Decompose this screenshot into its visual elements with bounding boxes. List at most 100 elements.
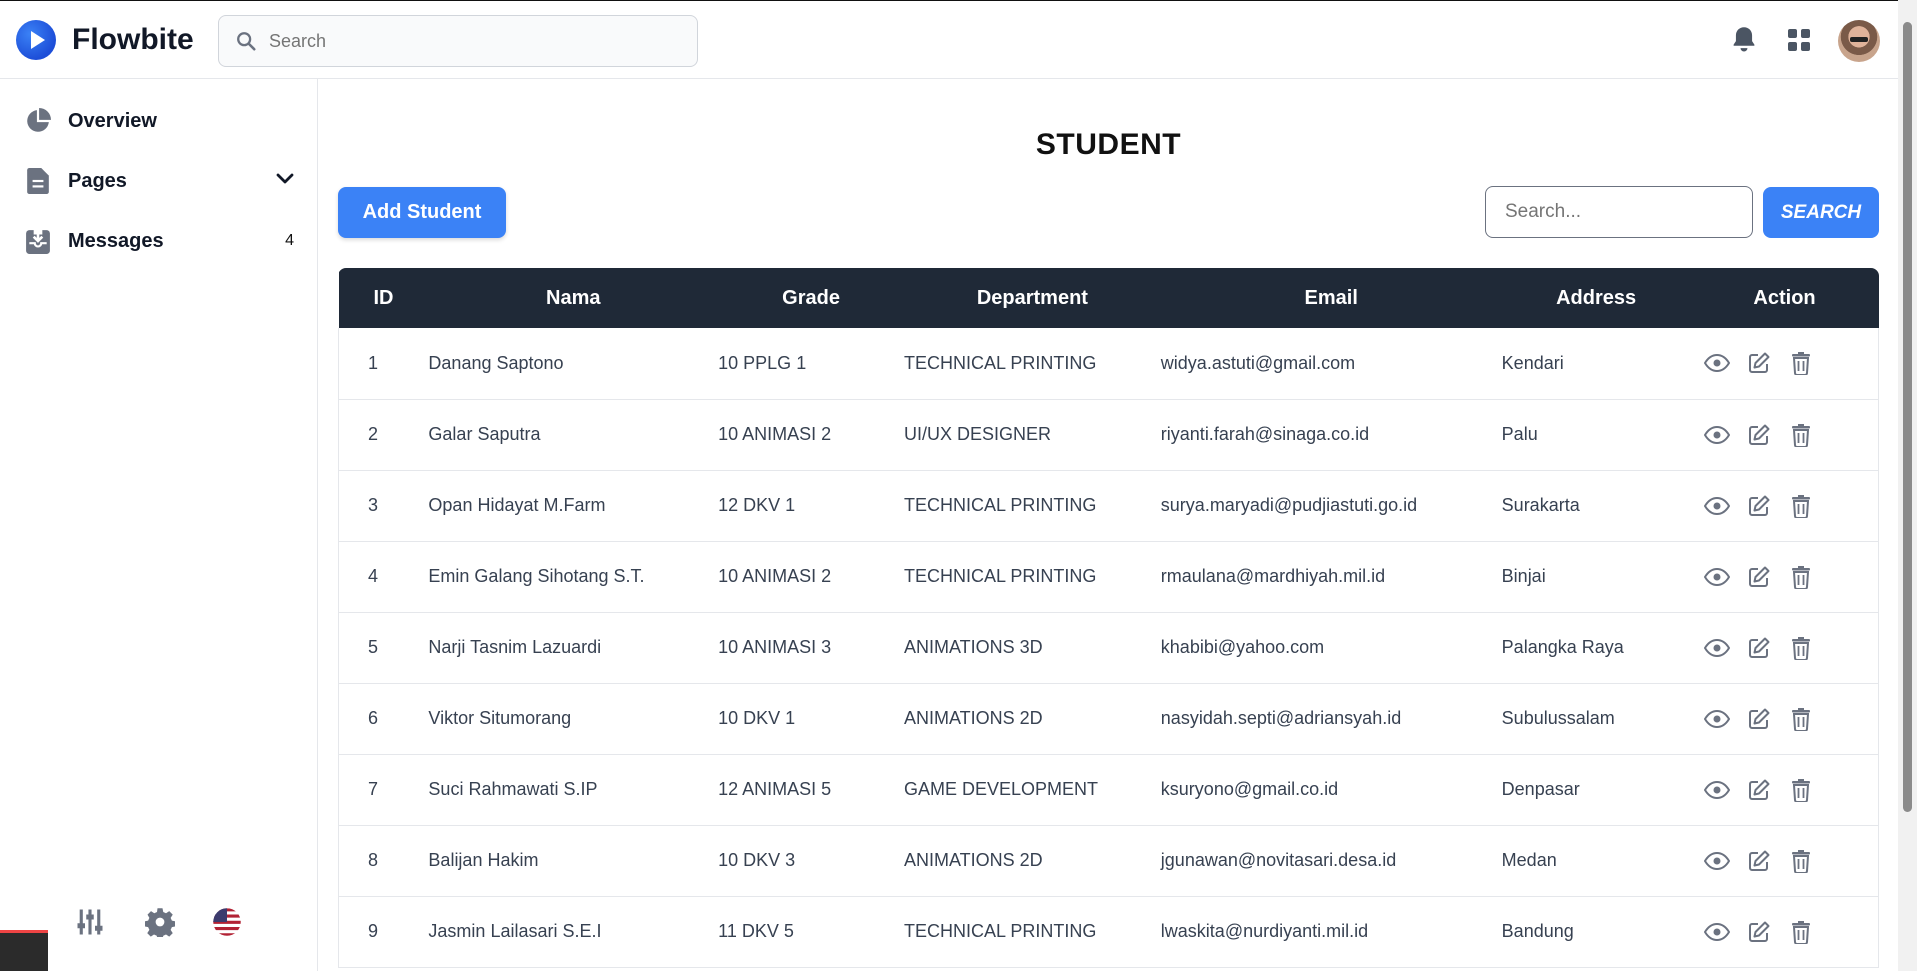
messages-count-badge: 4 (285, 232, 294, 249)
cell-actions (1690, 896, 1879, 968)
cell-nama: Viktor Situmorang (428, 683, 719, 755)
edit-icon[interactable] (1745, 847, 1773, 875)
column-header-email[interactable]: Email (1160, 268, 1502, 328)
table-row: 9 Jasmin Lailasari S.E.I 11 DKV 5 TECHNICAL… (338, 896, 1879, 968)
student-search-input[interactable] (1485, 186, 1753, 238)
delete-trash-icon[interactable] (1787, 776, 1815, 804)
cell-address: Palu (1501, 399, 1691, 471)
cell-id: 6 (338, 683, 429, 755)
view-eye-icon[interactable] (1703, 349, 1731, 377)
laravel-debugbar-icon[interactable] (0, 930, 48, 971)
view-eye-icon[interactable] (1703, 492, 1731, 520)
view-eye-icon[interactable] (1703, 421, 1731, 449)
cell-grade: 10 ANIMASI 3 (718, 612, 904, 684)
column-header-address[interactable]: Address (1501, 268, 1691, 328)
delete-trash-icon[interactable] (1787, 705, 1815, 733)
view-eye-icon[interactable] (1703, 847, 1731, 875)
cell-grade: 11 DKV 5 (718, 896, 904, 968)
student-table: ID Nama Grade Department Email Address A… (338, 268, 1879, 971)
search-button[interactable]: SEARCH (1763, 187, 1879, 238)
sidebar-item-pages[interactable]: Pages (24, 157, 294, 205)
cell-department: ANIMATIONS 2D (903, 683, 1161, 755)
table-row: 3 Opan Hidayat M.Farm 12 DKV 1 TECHNICAL PR… (338, 470, 1879, 542)
view-eye-icon[interactable] (1703, 634, 1731, 662)
chevron-down-icon[interactable] (276, 172, 294, 190)
cell-id: 3 (338, 470, 429, 542)
cell-nama: Opan Hidayat M.Farm (428, 470, 719, 542)
page-title: STUDENT (1035, 128, 1182, 161)
cell-nama: Suci Rahmawati S.IP (428, 754, 719, 826)
sidebar-item-messages[interactable]: Messages 4 (24, 217, 294, 265)
cell-email: khabibi@yahoo.com (1160, 612, 1502, 684)
app-name[interactable]: Flowbite (72, 23, 194, 57)
cell-grade: 10 ANIMASI 2 (718, 541, 904, 613)
column-header-grade[interactable]: Grade (718, 268, 904, 328)
view-eye-icon[interactable] (1703, 918, 1731, 946)
edit-icon[interactable] (1745, 421, 1773, 449)
page-scrollbar[interactable] (1898, 0, 1917, 971)
edit-icon[interactable] (1745, 634, 1773, 662)
cell-email: widya.astuti@gmail.com (1160, 328, 1502, 400)
top-search-input[interactable] (269, 16, 689, 66)
sidebar-item-label: Pages (68, 169, 127, 192)
cell-id: 4 (338, 541, 429, 613)
cell-nama: Danang Saptono (428, 328, 719, 400)
delete-trash-icon[interactable] (1787, 349, 1815, 377)
cell-email: nasyidah.septi@adriansyah.id (1160, 683, 1502, 755)
sliders-icon[interactable] (75, 907, 105, 937)
delete-trash-icon[interactable] (1787, 847, 1815, 875)
view-eye-icon[interactable] (1703, 705, 1731, 733)
column-header-department[interactable]: Department (903, 268, 1161, 328)
flowbite-logo-icon[interactable] (16, 20, 56, 60)
cell-grade: 12 DKV 1 (718, 470, 904, 542)
sidebar-item-overview[interactable]: Overview (24, 97, 294, 145)
us-flag-icon[interactable] (212, 907, 242, 937)
delete-trash-icon[interactable] (1787, 492, 1815, 520)
add-student-button[interactable]: Add Student (338, 187, 506, 238)
top-navbar: Flowbite (0, 0, 1898, 79)
cell-email: rmaulana@mardhiyah.mil.id (1160, 541, 1502, 613)
cell-address: Surakarta (1501, 470, 1691, 542)
cell-id: 8 (338, 825, 429, 897)
delete-trash-icon[interactable] (1787, 634, 1815, 662)
view-eye-icon[interactable] (1703, 563, 1731, 591)
scrollbar-thumb[interactable] (1903, 22, 1912, 812)
gear-icon[interactable] (145, 907, 175, 937)
edit-icon[interactable] (1745, 349, 1773, 377)
cell-actions (1690, 825, 1879, 897)
view-eye-icon[interactable] (1703, 776, 1731, 804)
table-row: 5 Narji Tasnim Lazuardi 10 ANIMASI 3 ANIMAT… (338, 612, 1879, 684)
delete-trash-icon[interactable] (1787, 918, 1815, 946)
column-header-id[interactable]: ID (338, 268, 429, 328)
edit-icon[interactable] (1745, 918, 1773, 946)
apps-grid-icon[interactable] (1787, 28, 1811, 52)
delete-trash-icon[interactable] (1787, 421, 1815, 449)
edit-icon[interactable] (1745, 492, 1773, 520)
cell-actions (1690, 399, 1879, 471)
edit-icon[interactable] (1745, 705, 1773, 733)
table-row: 4 Emin Galang Sihotang S.T. 10 ANIMASI 2 TE… (338, 541, 1879, 613)
table-row: 8 Balijan Hakim 10 DKV 3 ANIMATIONS 2D jguna… (338, 825, 1879, 897)
notification-bell-icon[interactable] (1730, 25, 1758, 55)
cell-actions (1690, 470, 1879, 542)
cell-address: Bandung (1501, 896, 1691, 968)
delete-trash-icon[interactable] (1787, 563, 1815, 591)
column-header-nama[interactable]: Nama (428, 268, 719, 328)
cell-email: riyanti.farah@sinaga.co.id (1160, 399, 1502, 471)
cell-department: TECHNICAL PRINTING (903, 541, 1161, 613)
edit-icon[interactable] (1745, 563, 1773, 591)
cell-address: Subulussalam (1501, 683, 1691, 755)
document-icon (24, 167, 52, 195)
cell-department: ANIMATIONS 2D (903, 825, 1161, 897)
cell-email: jgunawan@novitasari.desa.id (1160, 825, 1502, 897)
cell-department: GAME DEVELOPMENT (903, 754, 1161, 826)
cell-grade: 10 ANIMASI 2 (718, 399, 904, 471)
user-avatar[interactable] (1838, 20, 1880, 62)
cell-actions (1690, 541, 1879, 613)
inbox-download-icon (24, 227, 52, 255)
table-row: 7 Suci Rahmawati S.IP 12 ANIMASI 5 GAME DEV… (338, 754, 1879, 826)
main-content: STUDENT Add Student SEARCH ID Nama Grade… (319, 80, 1898, 971)
edit-icon[interactable] (1745, 776, 1773, 804)
cell-actions (1690, 328, 1879, 400)
top-search-box[interactable] (218, 15, 698, 67)
